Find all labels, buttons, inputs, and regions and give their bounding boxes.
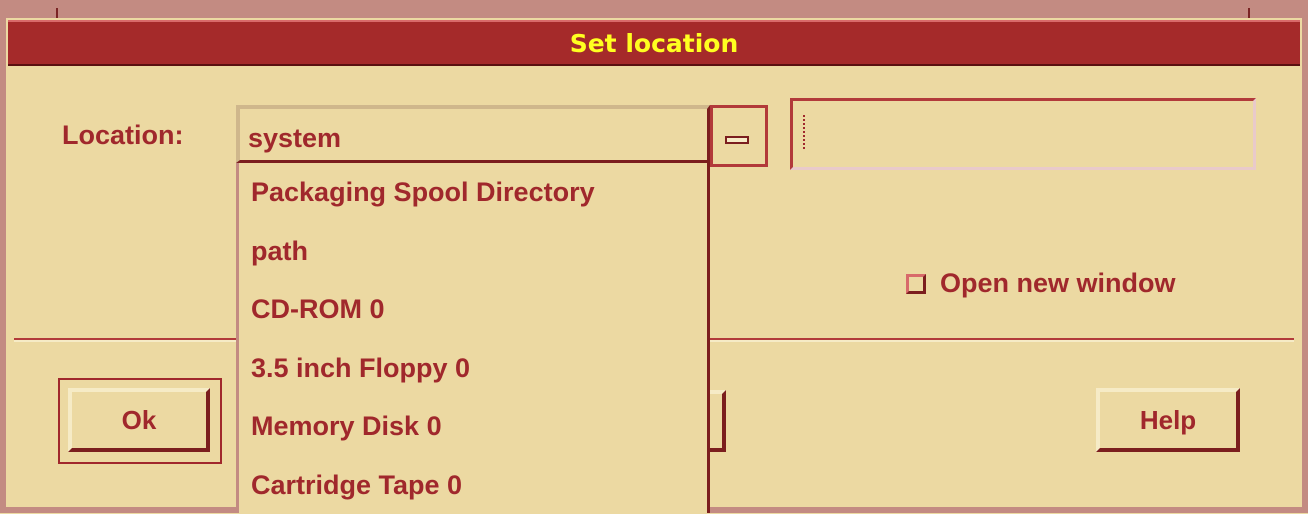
- dropdown-option[interactable]: Cartridge Tape 0: [239, 456, 707, 514]
- window-title: Set location: [570, 29, 739, 58]
- frame-resize-handle[interactable]: [1248, 8, 1250, 18]
- frame-resize-handle[interactable]: [56, 8, 58, 18]
- help-button[interactable]: Help: [1096, 388, 1240, 452]
- ok-button[interactable]: Ok: [68, 388, 210, 452]
- text-cursor-icon: [803, 115, 808, 149]
- location-dropdown-list: Packaging Spool Directory path CD-ROM 0 …: [236, 163, 710, 513]
- open-new-window-checkbox[interactable]: Open new window: [906, 268, 1176, 299]
- title-bar[interactable]: Set location: [8, 20, 1300, 66]
- location-combobox[interactable]: system: [236, 105, 710, 163]
- window-frame-right[interactable]: [1302, 18, 1308, 513]
- location-dropdown-button[interactable]: [710, 105, 768, 167]
- location-selected-value: system: [248, 123, 341, 154]
- dropdown-option[interactable]: Memory Disk 0: [239, 397, 707, 456]
- window-frame-top[interactable]: [0, 0, 1308, 18]
- dropdown-option[interactable]: path: [239, 222, 707, 281]
- location-text-field[interactable]: [790, 98, 1256, 170]
- checkbox-icon[interactable]: [906, 274, 926, 294]
- dropdown-indicator-icon: [725, 136, 749, 144]
- window-frame-left[interactable]: [0, 18, 6, 513]
- dropdown-option[interactable]: 3.5 inch Floppy 0: [239, 339, 707, 398]
- dropdown-option[interactable]: CD-ROM 0: [239, 280, 707, 339]
- location-label: Location:: [62, 120, 184, 151]
- dropdown-option[interactable]: Packaging Spool Directory: [239, 163, 707, 222]
- open-new-window-label: Open new window: [940, 268, 1176, 299]
